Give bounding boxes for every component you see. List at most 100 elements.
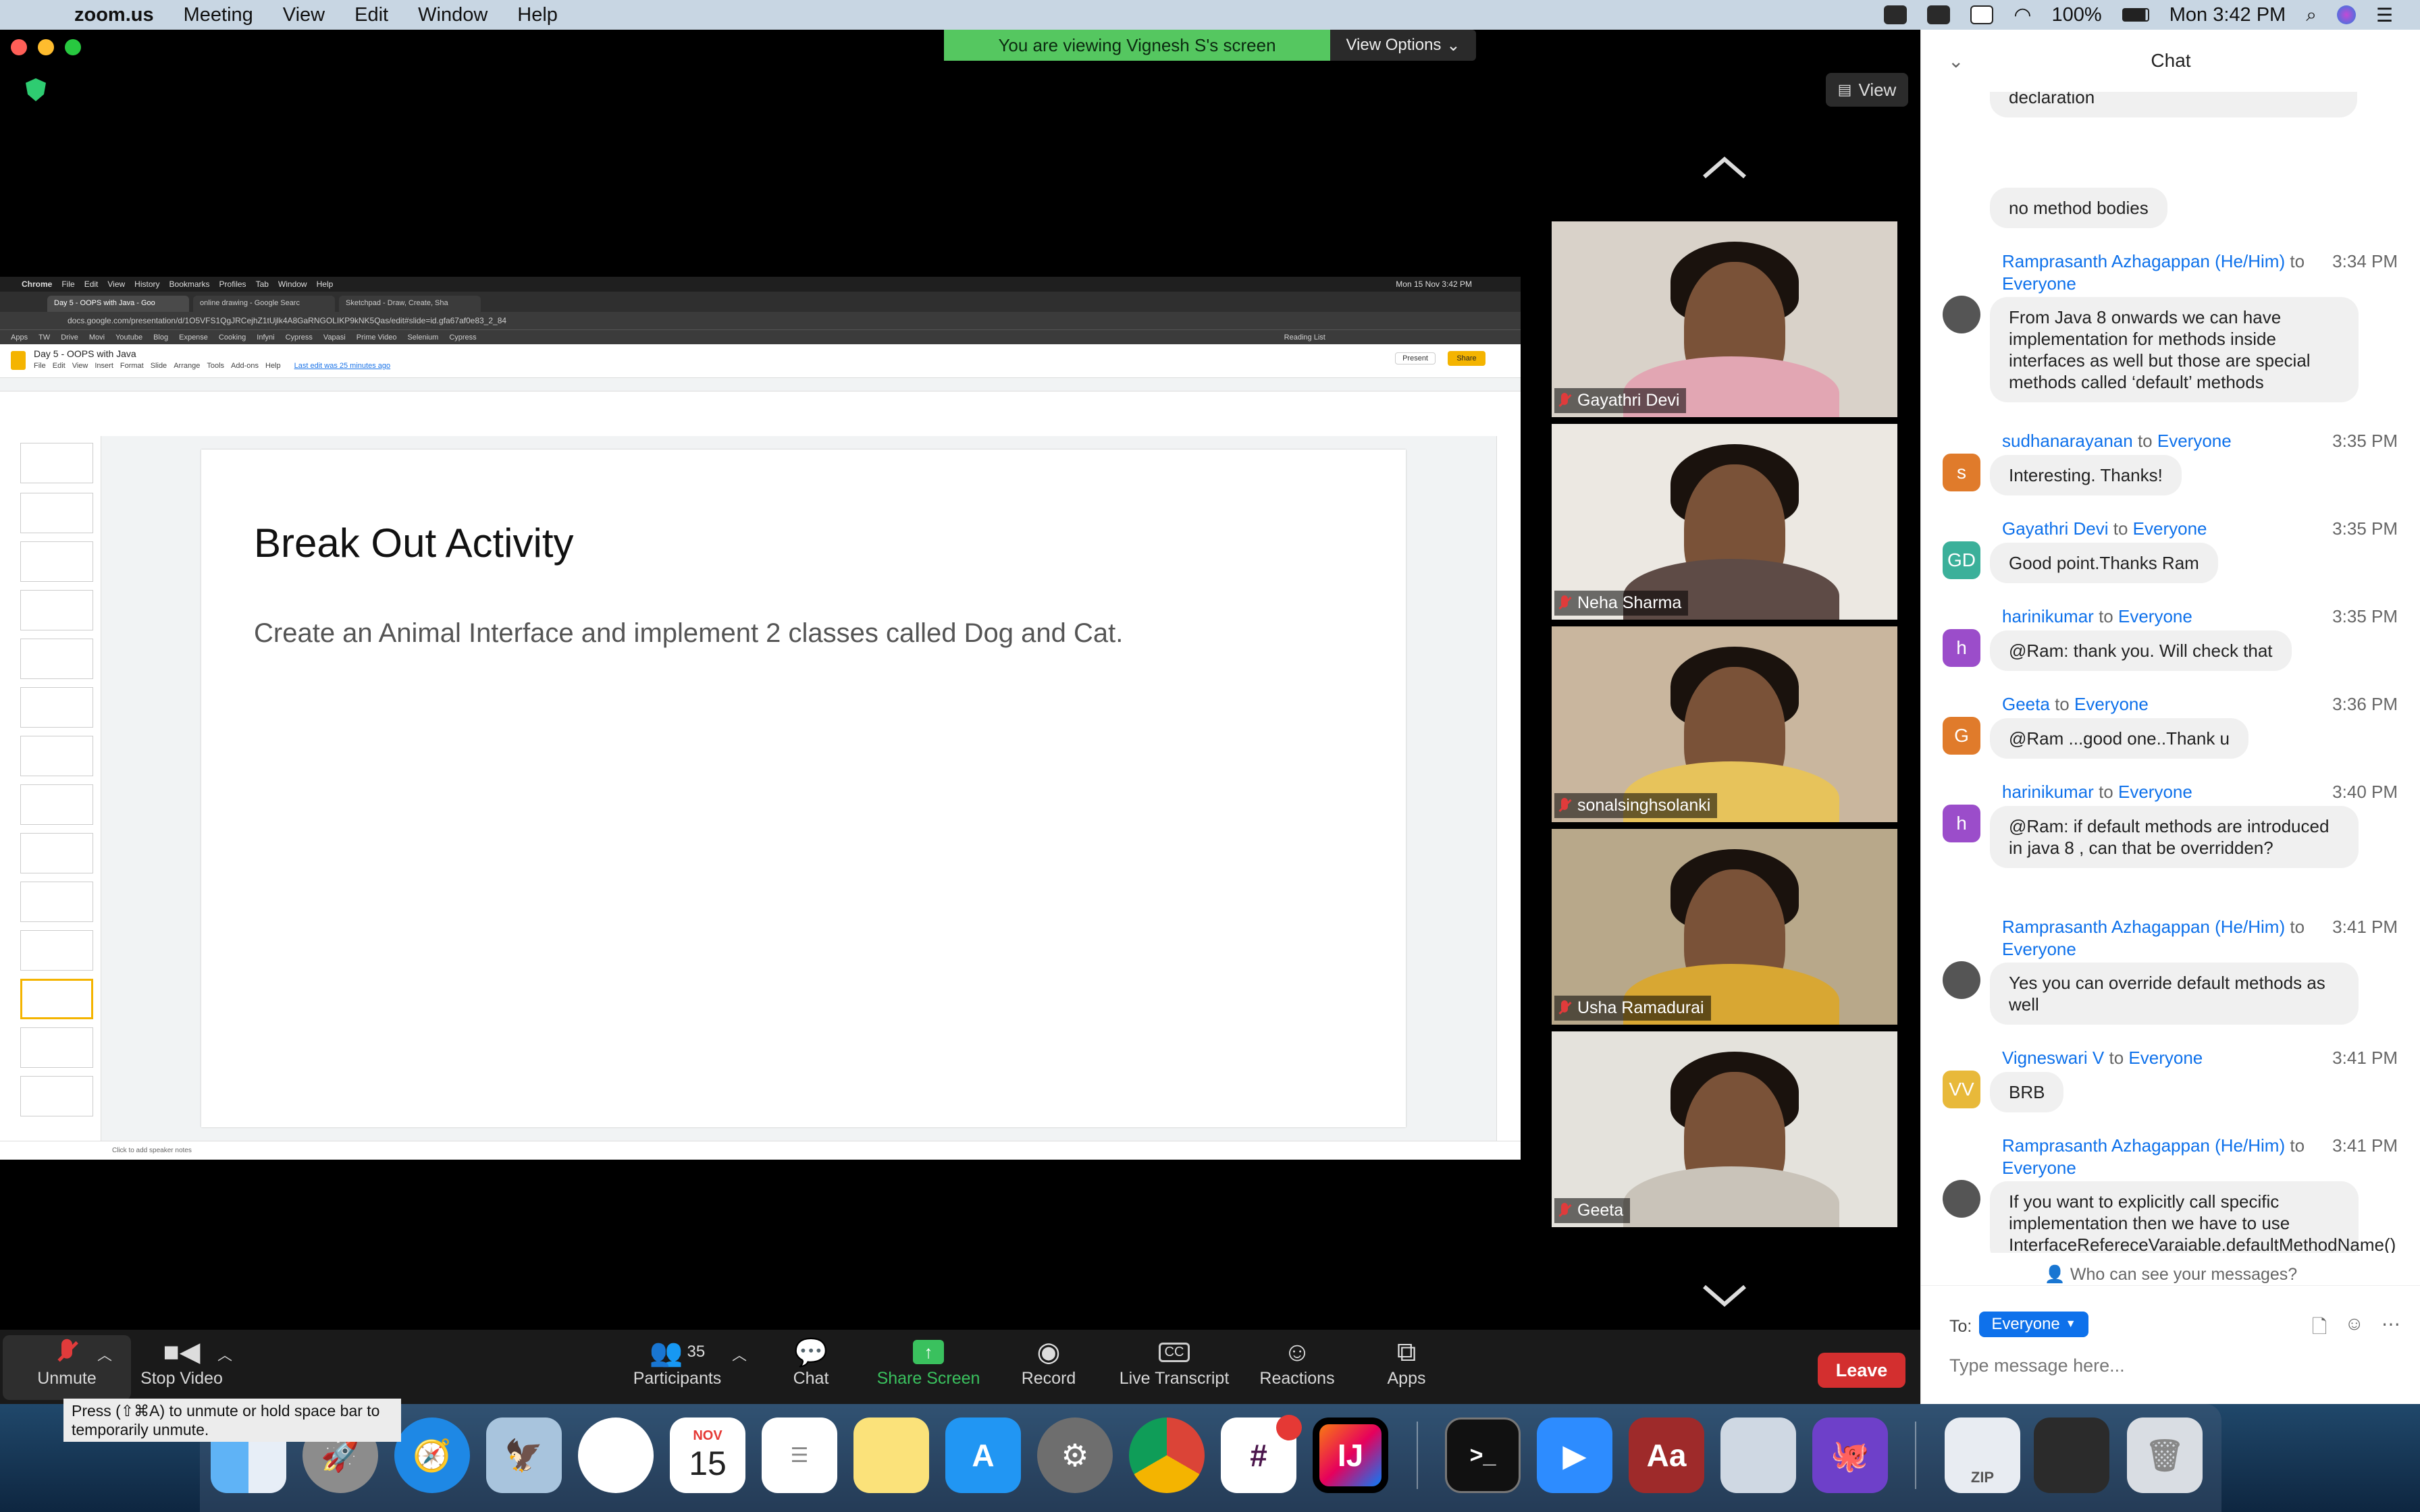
message-recipient[interactable]: Everyone xyxy=(2157,431,2232,451)
safari-icon[interactable]: 🧭 xyxy=(394,1418,470,1493)
avatar-photo[interactable] xyxy=(1943,961,1980,999)
share-screen-button[interactable]: ↑ Share Screen xyxy=(864,1335,993,1400)
apps-button[interactable]: ⧉ Apps xyxy=(1342,1335,1471,1400)
participants-caret-icon[interactable]: ︿ xyxy=(732,1343,747,1365)
collapse-chat-icon[interactable]: ⌄ xyxy=(1948,50,1964,72)
message-sender[interactable]: Gayathri Devi xyxy=(2002,518,2109,539)
preview-icon[interactable] xyxy=(1720,1418,1796,1493)
vpn-icon[interactable] xyxy=(1927,5,1951,24)
dictionary-icon[interactable]: Aa xyxy=(1629,1418,1704,1493)
zoom-app-icon[interactable]: ▶ xyxy=(1537,1418,1612,1493)
shared-bookmarks-bar: Apps TW Drive Movi Youtube Blog Expense … xyxy=(0,329,1521,344)
leave-button[interactable]: Leave xyxy=(1818,1353,1905,1388)
app-store-icon[interactable]: A xyxy=(945,1418,1021,1493)
menu-app-name[interactable]: zoom.us xyxy=(74,4,154,26)
avatar-initials[interactable]: h xyxy=(1943,805,1980,842)
message-sender[interactable]: Ramprasanth Azhagappan (He/Him) xyxy=(2002,1135,2285,1156)
doc-menu-item: Format xyxy=(120,362,144,370)
zip-file-icon[interactable]: ZIP xyxy=(1945,1418,2020,1493)
message-sender[interactable]: Vigneswari V xyxy=(2002,1048,2104,1068)
battery-icon[interactable] xyxy=(2122,8,2149,22)
participants-icon: 👥 35 xyxy=(649,1337,706,1368)
minimize-window-icon[interactable] xyxy=(38,39,54,55)
menu-edit[interactable]: Edit xyxy=(354,4,388,26)
shared-doc-header: Day 5 - OOPS with Java File Edit View In… xyxy=(0,344,1521,378)
file-icon[interactable]: 🗋 xyxy=(2312,1313,2327,1345)
message-sender[interactable]: Ramprasanth Azhagappan (He/Him) xyxy=(2002,917,2285,937)
message-time: 3:35 PM xyxy=(2332,606,2398,626)
chrome-icon[interactable] xyxy=(1129,1418,1205,1493)
intellij-icon[interactable]: IJ xyxy=(1313,1418,1388,1493)
message-recipient[interactable]: Everyone xyxy=(2002,1158,2076,1179)
participant-video[interactable]: Geeta xyxy=(1552,1031,1897,1227)
mail-stamp-icon[interactable]: 🦅 xyxy=(486,1418,562,1493)
message-recipient[interactable]: Everyone xyxy=(2118,606,2192,626)
menu-view[interactable]: View xyxy=(283,4,325,26)
trash-icon[interactable]: 🗑 xyxy=(2127,1418,2203,1493)
chat-messages[interactable]: declaration no method bodies Ramprasanth… xyxy=(1921,92,2420,1253)
shared-screen[interactable]: Chrome File Edit View History Bookmarks … xyxy=(0,277,1521,1160)
message-sender[interactable]: harinikumar xyxy=(2002,606,2094,626)
input-source-icon[interactable] xyxy=(1970,5,1994,24)
chat-input[interactable] xyxy=(1949,1351,2395,1380)
siri-icon[interactable] xyxy=(2336,5,2356,24)
reminders-icon[interactable]: ☰ xyxy=(762,1418,837,1493)
recent-window-icon[interactable] xyxy=(2034,1418,2109,1493)
video-options-caret-icon[interactable]: ︿ xyxy=(217,1343,232,1365)
more-icon[interactable]: ⋯ xyxy=(2382,1313,2400,1345)
scroll-down-arrow-icon[interactable] xyxy=(1700,1282,1749,1310)
zoom-status-icon[interactable] xyxy=(1884,5,1908,24)
close-window-icon[interactable] xyxy=(11,39,27,55)
avatar-initials[interactable]: GD xyxy=(1943,541,1980,579)
message-recipient[interactable]: Everyone xyxy=(2074,694,2149,714)
calendar-icon[interactable]: NOV 15 xyxy=(670,1418,745,1493)
encryption-shield-icon[interactable] xyxy=(26,78,46,101)
participant-video[interactable]: Neha Sharma xyxy=(1552,424,1897,620)
wifi-icon[interactable]: ◠ xyxy=(2014,3,2031,27)
view-options-button[interactable]: View Options ⌄ xyxy=(1330,30,1476,61)
audio-options-caret-icon[interactable]: ︿ xyxy=(97,1343,112,1365)
live-transcript-label: Live Transcript xyxy=(1119,1369,1230,1388)
system-preferences-icon[interactable]: ⚙ xyxy=(1037,1418,1113,1493)
avatar-photo[interactable] xyxy=(1943,1180,1980,1218)
avatar-initials[interactable]: h xyxy=(1943,629,1980,667)
who-can-see-link[interactable]: 👤 Who can see your messages? xyxy=(1921,1265,2420,1285)
menu-meeting[interactable]: Meeting xyxy=(184,4,253,26)
zoom-window-icon[interactable] xyxy=(65,39,81,55)
menubar-clock[interactable]: Mon 3:42 PM xyxy=(2169,4,2286,26)
photos-icon[interactable]: ✿ xyxy=(578,1418,654,1493)
record-button[interactable]: ◉ Record xyxy=(984,1335,1113,1400)
github-desktop-icon[interactable]: 🐙 xyxy=(1812,1418,1888,1493)
message-sender[interactable]: Geeta xyxy=(2002,694,2050,714)
avatar-initials[interactable]: VV xyxy=(1943,1071,1980,1108)
avatar-initials[interactable]: G xyxy=(1943,717,1980,755)
participant-video[interactable]: Gayathri Devi xyxy=(1552,221,1897,417)
message-recipient[interactable]: Everyone xyxy=(2002,273,2076,294)
participant-video[interactable]: Usha Ramadurai xyxy=(1552,829,1897,1025)
message-sender[interactable]: Ramprasanth Azhagappan (He/Him) xyxy=(2002,251,2285,271)
message-recipient[interactable]: Everyone xyxy=(2118,782,2192,802)
notes-icon[interactable] xyxy=(853,1418,929,1493)
live-transcript-button[interactable]: CC Live Transcript xyxy=(1110,1335,1238,1400)
message-sender[interactable]: sudhanarayanan xyxy=(2002,431,2133,451)
menu-help[interactable]: Help xyxy=(517,4,558,26)
menu-window[interactable]: Window xyxy=(418,4,488,26)
message-recipient[interactable]: Everyone xyxy=(2133,518,2207,539)
control-center-icon[interactable]: ☰ xyxy=(2376,4,2393,26)
view-layout-button[interactable]: ▤ View xyxy=(1826,73,1908,107)
participants-button[interactable]: 👥 35 Participants xyxy=(613,1335,741,1400)
message-recipient[interactable]: Everyone xyxy=(2002,939,2076,960)
emoji-icon[interactable]: ☺ xyxy=(2344,1313,2364,1345)
participant-video[interactable]: sonalsinghsolanki xyxy=(1552,626,1897,822)
avatar-photo[interactable] xyxy=(1943,296,1980,333)
message-sender[interactable]: harinikumar xyxy=(2002,782,2094,802)
avatar-initials[interactable]: s xyxy=(1943,454,1980,491)
chat-button[interactable]: 💬 Chat xyxy=(747,1335,875,1400)
shared-menu-item: File xyxy=(61,279,75,289)
doc-last-edit: Last edit was 25 minutes ago xyxy=(294,362,391,370)
message-recipient[interactable]: Everyone xyxy=(2128,1048,2203,1068)
spotlight-search-icon[interactable]: ⌕ xyxy=(2306,4,2317,26)
recipient-select[interactable]: Everyone ▼ xyxy=(1979,1312,2088,1337)
scroll-up-arrow-icon[interactable] xyxy=(1700,154,1749,181)
terminal-icon[interactable]: >_ xyxy=(1445,1418,1521,1493)
